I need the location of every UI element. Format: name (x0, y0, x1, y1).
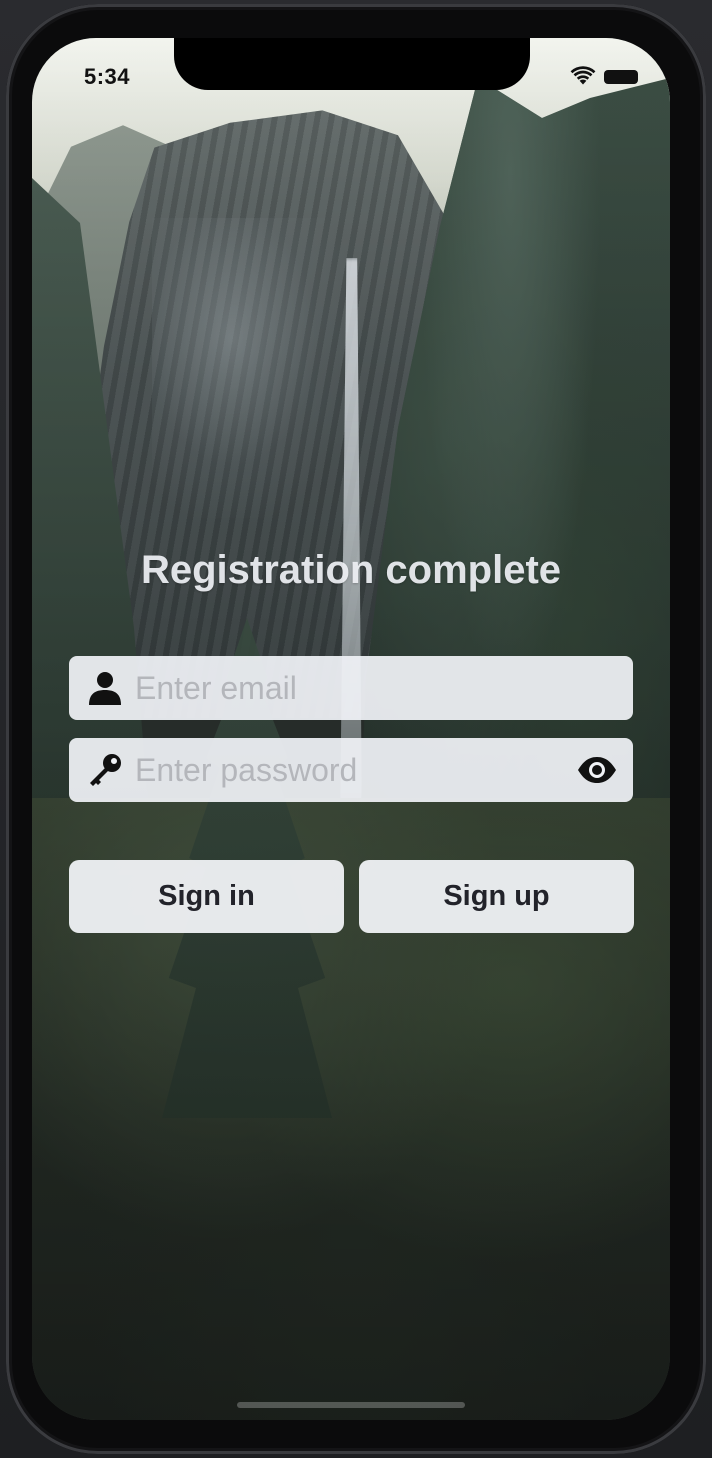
forest-background-image (32, 38, 670, 1420)
eye-icon[interactable] (577, 756, 617, 784)
bg-vignette (32, 38, 670, 1420)
password-field[interactable] (69, 738, 633, 802)
page-title: Registration complete (140, 548, 562, 592)
home-indicator[interactable] (237, 1402, 465, 1408)
device-background: 5:34 Registration complete Enter email S… (0, 0, 712, 1458)
email-input[interactable] (135, 656, 555, 720)
password-input[interactable] (135, 738, 555, 802)
status-time: 5:34 (84, 64, 131, 89)
notch (174, 38, 530, 90)
sign-up-button[interactable]: Sign up (359, 860, 634, 933)
sign-in-button[interactable]: Sign in (69, 860, 344, 933)
wifi-icon (570, 66, 596, 85)
email-field[interactable] (69, 656, 633, 720)
status-bar: 5:34 (32, 38, 670, 118)
person-icon (89, 672, 121, 705)
key-icon (90, 754, 121, 786)
battery-icon (604, 70, 638, 84)
phone-screen: 5:34 Registration complete Enter email S… (32, 38, 670, 1420)
